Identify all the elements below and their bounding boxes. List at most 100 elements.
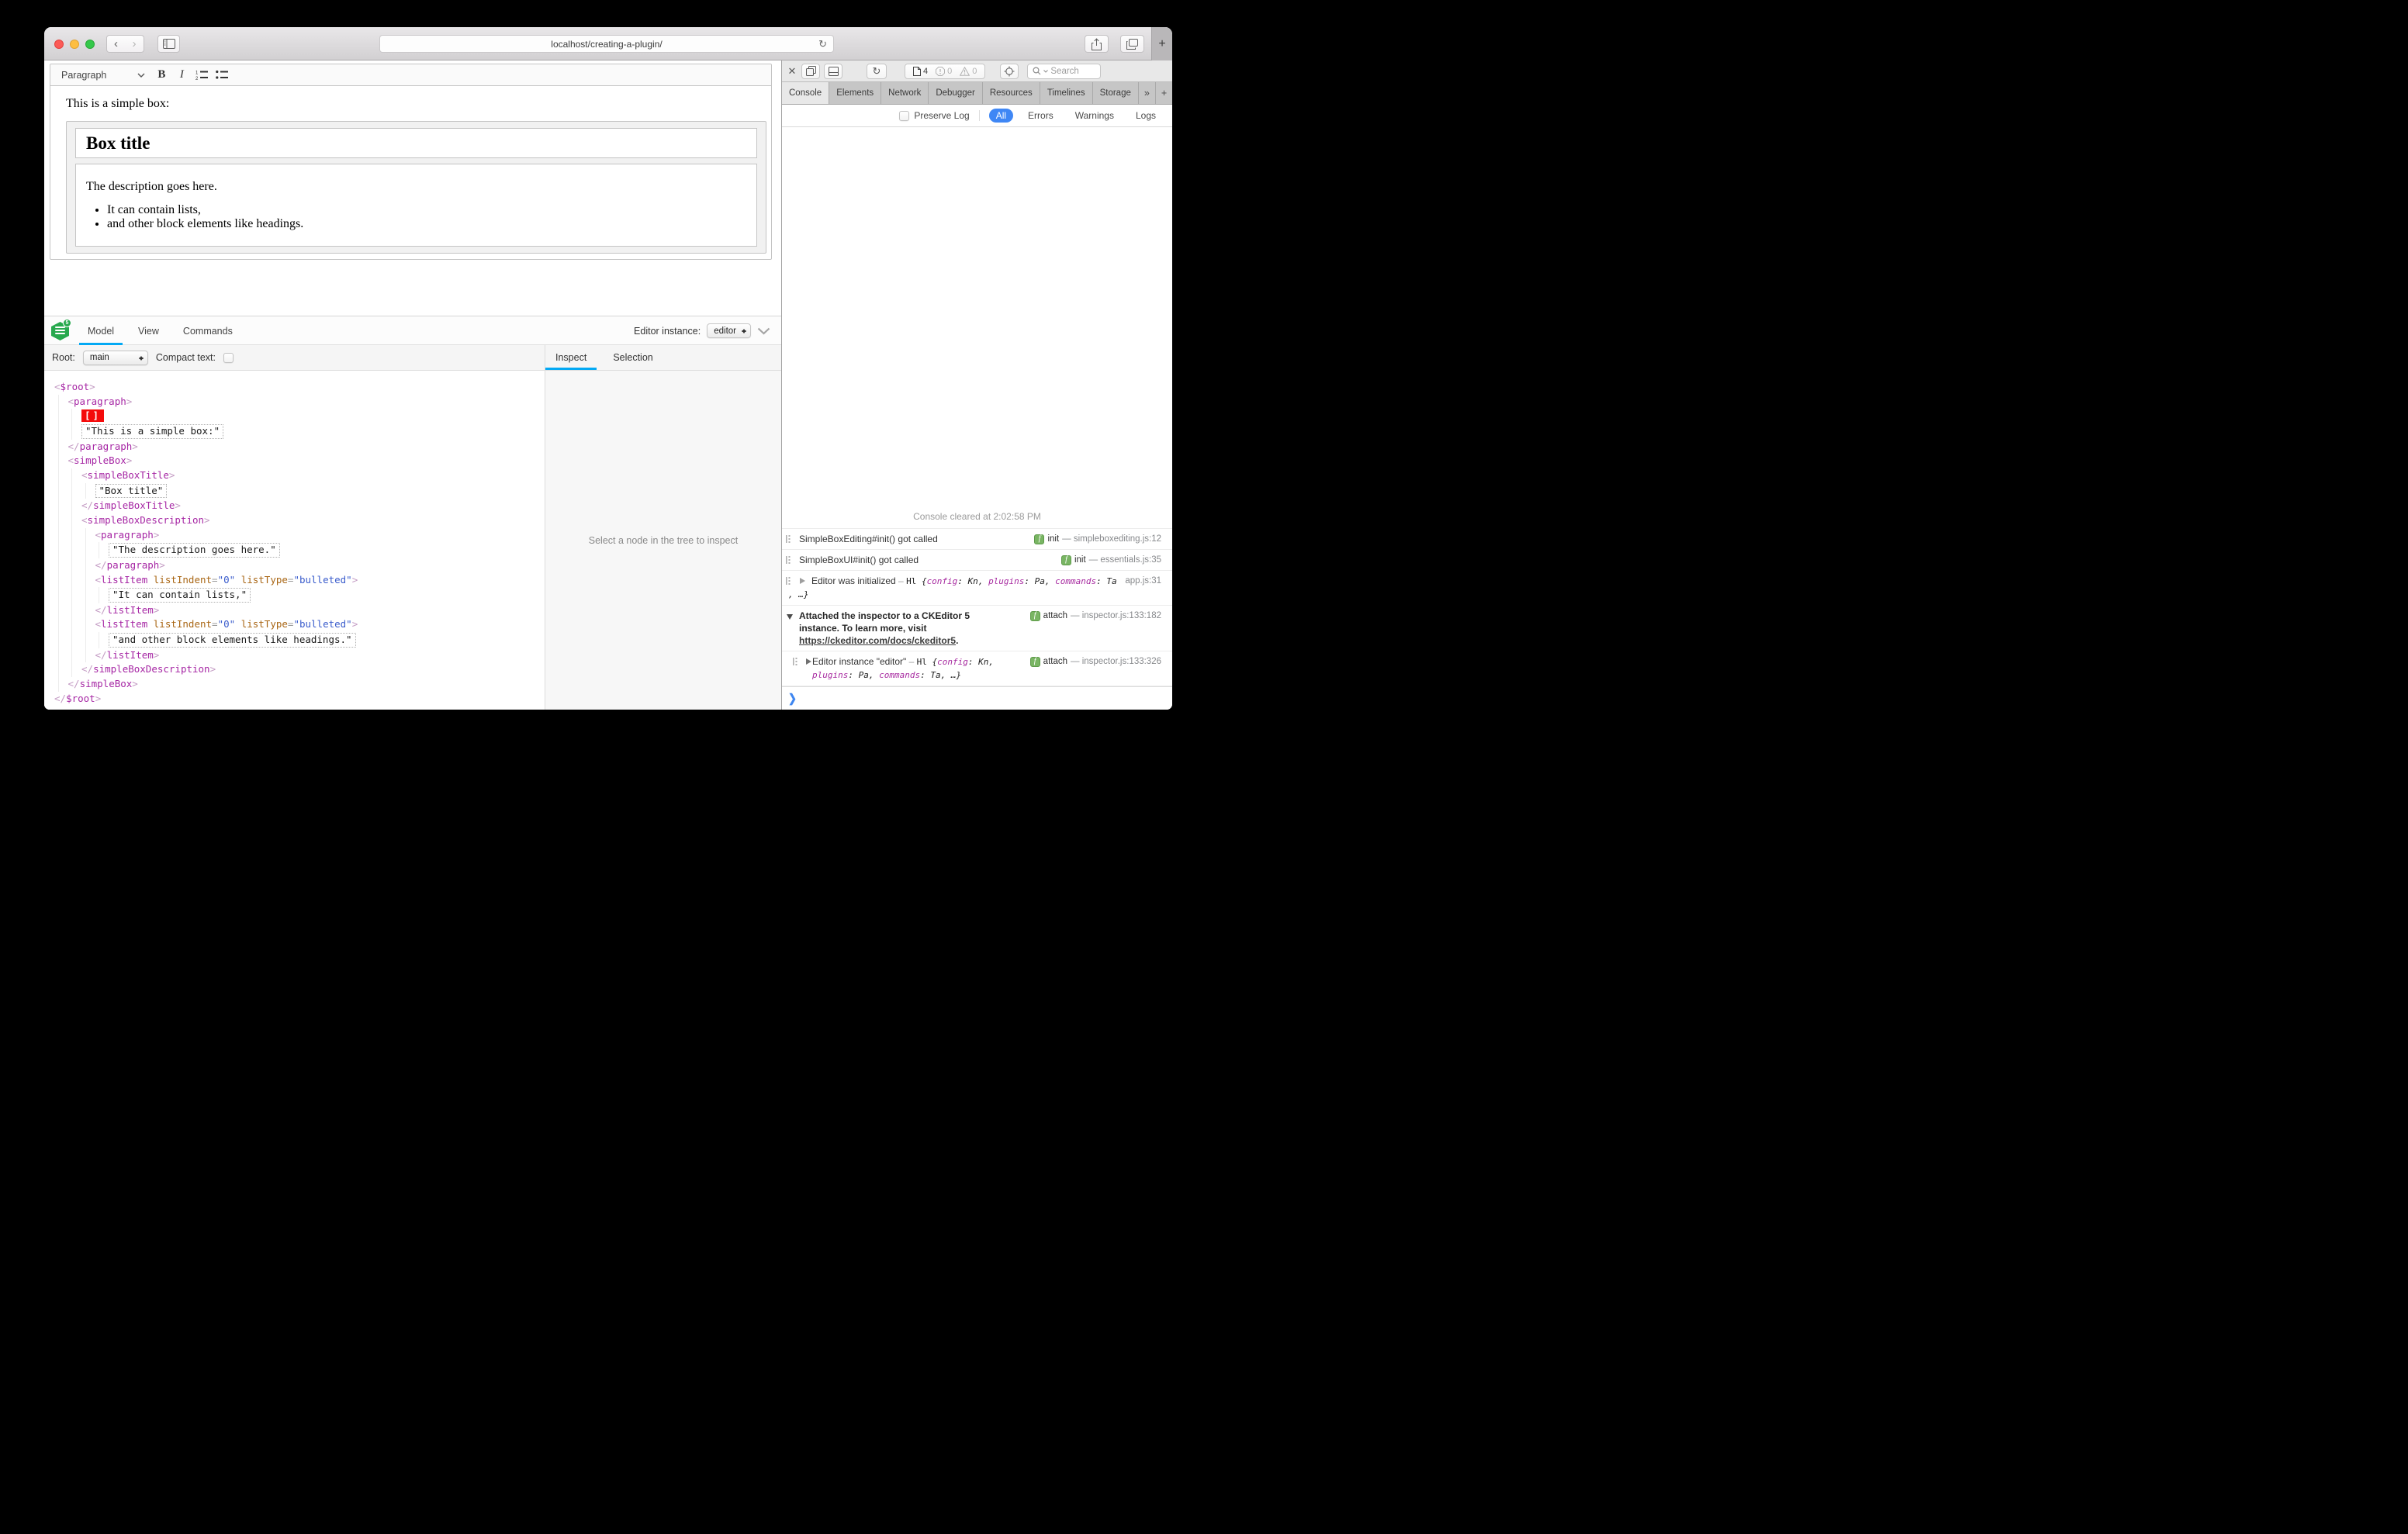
heading-dropdown[interactable]: Paragraph (55, 67, 151, 84)
element-picker-button[interactable] (1000, 63, 1019, 79)
devtools-tab-console[interactable]: Console (782, 82, 830, 104)
detach-inspector-button[interactable] (801, 63, 820, 79)
console-text: – (895, 575, 907, 586)
console-text: Ta (1106, 576, 1117, 586)
bracket: > (209, 663, 216, 675)
share-button[interactable] (1085, 35, 1109, 53)
close-window-button[interactable] (54, 40, 64, 49)
console-prompt[interactable]: ❯ (782, 686, 1172, 710)
tree-text-node[interactable]: "It can contain lists," (109, 587, 545, 603)
new-tab-button[interactable]: + (1151, 27, 1172, 60)
tree-text-node[interactable]: "Box title" (95, 483, 545, 499)
tab-inspect[interactable]: Inspect (545, 345, 597, 370)
editor-instance-select[interactable]: editor (707, 323, 751, 338)
source-location[interactable]: — essentials.js:35 (1089, 554, 1161, 566)
scope-logs[interactable]: Logs (1129, 109, 1163, 123)
simple-box-title[interactable]: Box title (75, 128, 757, 158)
minimize-window-button[interactable] (70, 40, 79, 49)
tree-tag-open[interactable]: <simpleBox> (68, 454, 545, 468)
compact-text-checkbox[interactable] (223, 352, 234, 363)
bulleted-list-button[interactable] (212, 67, 232, 84)
tree-text-node[interactable]: "The description goes here." (109, 542, 545, 558)
console-row[interactable]: Attached the inspector to a CKEditor 5 in… (782, 606, 1172, 651)
sidebar-button[interactable] (157, 35, 180, 53)
devtools-tab-resources[interactable]: Resources (982, 82, 1040, 104)
forward-button[interactable]: › (125, 35, 144, 53)
description-list: It can contain lists, and other block el… (86, 203, 746, 230)
tree-tag-close[interactable]: </paragraph> (68, 440, 545, 454)
devtools-tab-storage[interactable]: Storage (1092, 82, 1139, 104)
numbered-list-button[interactable]: 12 (192, 67, 212, 84)
console-text: , …} (788, 589, 809, 599)
add-tab-button[interactable]: + (1155, 82, 1172, 104)
tree-tag-close[interactable]: </$root> (54, 692, 545, 707)
scope-all[interactable]: All (988, 109, 1014, 123)
simple-box-widget[interactable]: Box title The description goes here. It … (66, 121, 766, 254)
devtools-tab-elements[interactable]: Elements (829, 82, 882, 104)
search-input[interactable]: Search (1027, 63, 1102, 79)
back-button[interactable]: ‹ (106, 35, 126, 53)
tree-text-node[interactable]: "and other block elements like headings.… (109, 632, 545, 648)
tree-tag-open[interactable]: <listItem listIndent="0" listType="bulle… (95, 573, 545, 588)
bold-button[interactable]: B (151, 67, 171, 84)
tree-tag-close[interactable]: </simpleBoxDescription> (81, 662, 545, 677)
tree-tag-close[interactable]: </simpleBoxTitle> (81, 499, 545, 513)
text-node: "This is a simple box:" (81, 424, 224, 439)
tree-tag-close[interactable]: </simpleBox> (68, 677, 545, 692)
tab-commands[interactable]: Commands (175, 316, 241, 345)
attr-name: listType (240, 573, 288, 586)
console-row[interactable]: SimpleBoxUI#init() got called f init — esse… (782, 550, 1172, 571)
preserve-log-control[interactable]: Preserve Log (899, 110, 980, 121)
tree-tag-close[interactable]: </listItem> (95, 603, 545, 618)
tab-selection[interactable]: Selection (603, 345, 663, 370)
root-select[interactable]: main (82, 350, 148, 365)
tree-tag-close[interactable]: </paragraph> (95, 558, 545, 573)
source-location[interactable]: app.js:31 (1125, 575, 1161, 587)
devtools-tab-debugger[interactable]: Debugger (929, 82, 983, 104)
tree-text-node[interactable]: "This is a simple box:" (81, 423, 545, 440)
source-location[interactable]: — simpleboxediting.js:12 (1062, 533, 1161, 545)
tree-tag-open[interactable]: <$root> (54, 380, 545, 395)
scope-errors[interactable]: Errors (1021, 109, 1060, 123)
tab-overflow-button[interactable]: » (1138, 82, 1156, 104)
close-inspector-button[interactable]: ✕ (787, 65, 797, 78)
console-row[interactable]: Editor instance "editor" – Hl {config: K… (782, 651, 1172, 686)
zoom-window-button[interactable] (85, 40, 95, 49)
console-link[interactable]: https://ckeditor.com/docs/ckeditor5 (799, 635, 956, 646)
devtools-tab-timelines[interactable]: Timelines (1040, 82, 1093, 104)
source-location[interactable]: — inspector.js:133:326 (1071, 655, 1161, 668)
devtools-tab-network[interactable]: Network (881, 82, 929, 104)
disclosure-caret-icon[interactable] (787, 614, 793, 620)
reload-page-button[interactable]: ↻ (867, 63, 887, 79)
simple-box-description[interactable]: The description goes here. It can contai… (75, 164, 757, 247)
tab-view[interactable]: View (130, 316, 168, 345)
preserve-log-checkbox[interactable] (899, 110, 910, 121)
italic-button[interactable]: I (171, 67, 192, 84)
scope-warnings[interactable]: Warnings (1068, 109, 1121, 123)
tag-name: simpleBoxDescription (93, 663, 210, 675)
address-bar[interactable]: localhost/creating-a-plugin/ ↻ (379, 35, 834, 53)
editor-content[interactable]: This is a simple box: Box title The desc… (50, 86, 771, 264)
collapse-inspector-icon[interactable] (757, 327, 770, 335)
dock-bottom-button[interactable] (824, 63, 842, 79)
console-row[interactable]: Editor was initialized – Hl {config: Kn,… (782, 571, 1172, 606)
source-location[interactable]: — inspector.js:133:182 (1071, 610, 1161, 622)
tree-tag-open[interactable]: <paragraph> (95, 528, 545, 543)
issues-summary[interactable]: 4 0 0 (905, 63, 986, 79)
tab-overview-button[interactable] (1120, 35, 1144, 53)
tab-model[interactable]: Model (79, 316, 123, 345)
disclosure-caret-icon[interactable] (806, 658, 811, 665)
tree-tag-open[interactable]: <simpleBoxTitle> (81, 468, 545, 483)
console-row[interactable]: SimpleBoxEditing#init() got called f init —… (782, 529, 1172, 550)
model-tree: <$root> <paragraph>[] "This is a simple bo… (44, 371, 545, 710)
tree-tag-open[interactable]: <listItem listIndent="0" listType="bulle… (95, 617, 545, 632)
tree-tag-open[interactable]: <paragraph> (68, 395, 545, 409)
intro-paragraph[interactable]: This is a simple box: (66, 97, 756, 111)
tree-tag-close[interactable]: </listItem> (95, 648, 545, 663)
disclosure-caret-icon[interactable] (800, 578, 805, 584)
tree-selection-marker[interactable]: [] (81, 409, 545, 423)
tree-tag-open[interactable]: <simpleBoxDescription> (81, 513, 545, 528)
screenshot-stage: ‹ › localhost/creating-a-plugin/ ↻ + Par… (0, 0, 1204, 767)
reload-icon[interactable]: ↻ (818, 38, 827, 50)
tag-name: listItem (106, 603, 154, 616)
